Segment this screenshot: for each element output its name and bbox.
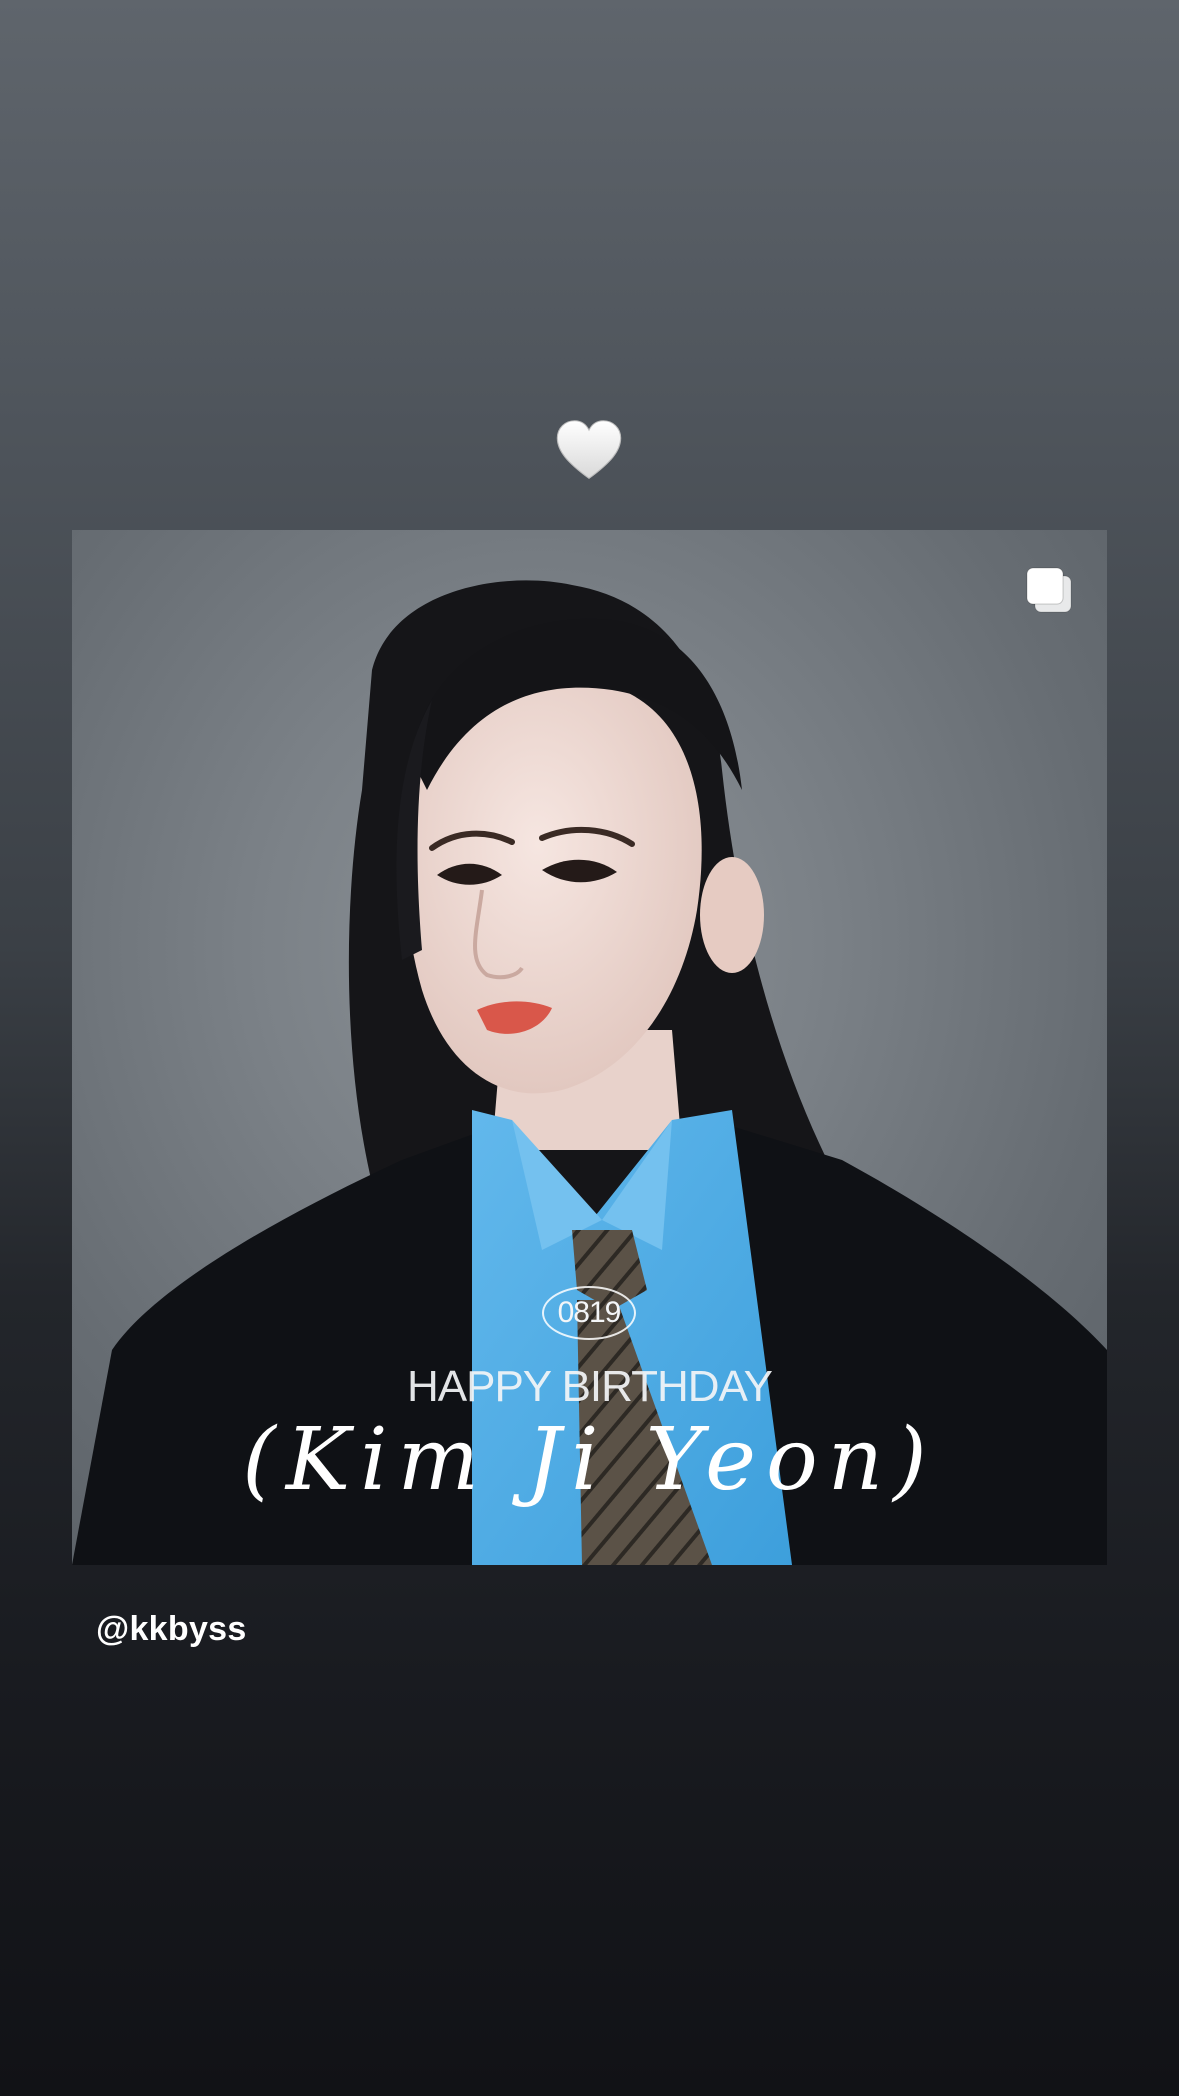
- mention-username-link[interactable]: @kkbyss: [96, 1610, 247, 1649]
- greeting-text: HAPPY BIRTHDAY: [406, 1362, 773, 1411]
- shared-post-card[interactable]: 0819 HAPPY BIRTHDAY (Kim Ji Yeon): [72, 530, 1107, 1565]
- name-script-text: (Kim Ji Yeon): [242, 1410, 937, 1510]
- white-heart-sticker-icon[interactable]: [553, 415, 625, 487]
- carousel-stack-icon: [1023, 564, 1075, 616]
- date-badge: 0819: [542, 1286, 636, 1340]
